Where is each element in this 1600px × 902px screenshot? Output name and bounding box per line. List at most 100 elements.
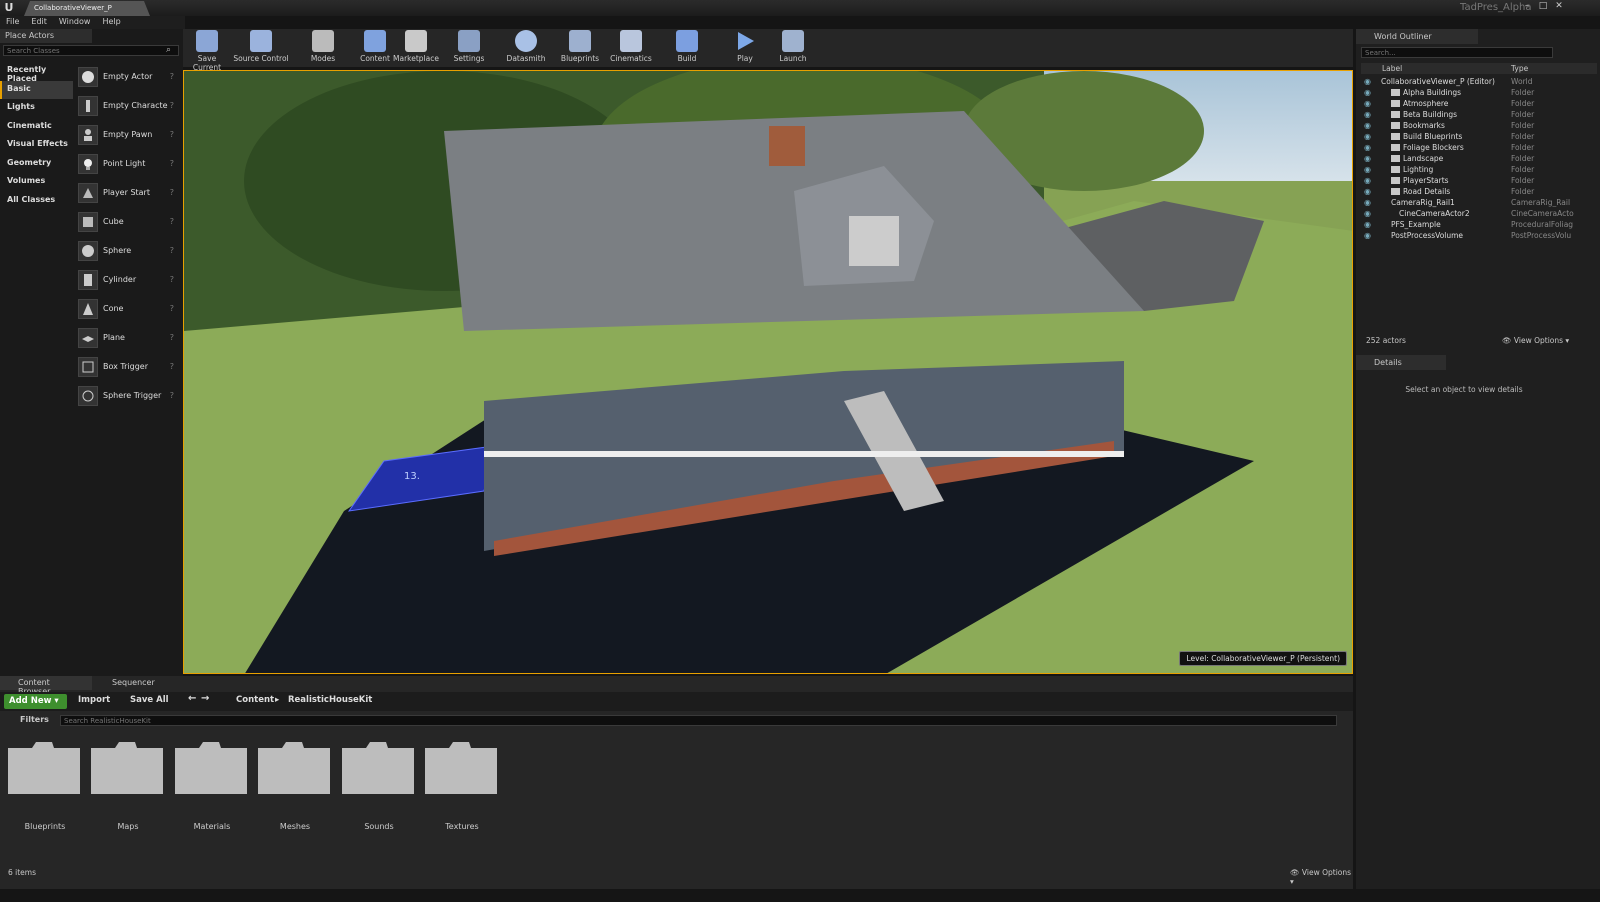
save-current-button[interactable]: Save Current — [183, 30, 231, 72]
details-tab[interactable]: Details — [1356, 355, 1446, 370]
folder-textures[interactable]: Textures — [425, 742, 499, 832]
visibility-icon[interactable]: ◉ — [1364, 154, 1371, 163]
visibility-icon[interactable]: ◉ — [1364, 77, 1371, 86]
help-icon[interactable]: ? — [170, 130, 174, 139]
visibility-icon[interactable]: ◉ — [1364, 220, 1371, 229]
visibility-icon[interactable]: ◉ — [1364, 121, 1371, 130]
actor-cube[interactable]: Cube? — [75, 207, 180, 236]
modes-button[interactable]: Modes — [303, 30, 343, 66]
outliner-search-input[interactable] — [1361, 47, 1553, 58]
folder-maps[interactable]: Maps — [91, 742, 165, 832]
content-browser-tab[interactable]: Content Browser — [0, 676, 92, 696]
back-arrow-icon[interactable]: ← — [188, 693, 196, 704]
help-icon[interactable]: ? — [170, 246, 174, 255]
visibility-icon[interactable]: ◉ — [1364, 99, 1371, 108]
outliner-row[interactable]: ◉ Bookmarks Folder — [1361, 121, 1597, 132]
actor-cylinder[interactable]: Cylinder? — [75, 265, 180, 294]
outliner-row[interactable]: ◉ Foliage Blockers Folder — [1361, 143, 1597, 154]
actor-empty-actor[interactable]: Empty Actor? — [75, 62, 180, 91]
close-icon[interactable]: ✕ — [1552, 1, 1566, 13]
folder-sounds[interactable]: Sounds — [342, 742, 416, 832]
outliner-row[interactable]: ◉ PostProcessVolume PostProcessVolu — [1361, 231, 1597, 242]
visibility-icon[interactable]: ◉ — [1364, 209, 1371, 218]
play-button[interactable]: Play — [729, 30, 761, 66]
visibility-icon[interactable]: ◉ — [1364, 132, 1371, 141]
visibility-icon[interactable]: ◉ — [1364, 187, 1371, 196]
visibility-icon[interactable]: ◉ — [1364, 176, 1371, 185]
outliner-row[interactable]: ◉ PlayerStarts Folder — [1361, 176, 1597, 187]
sequencer-tab[interactable]: Sequencer — [94, 676, 173, 690]
maximize-icon[interactable]: □ — [1536, 1, 1550, 13]
help-icon[interactable]: ? — [170, 362, 174, 371]
outliner-row[interactable]: ◉ Atmosphere Folder — [1361, 99, 1597, 110]
menu-help[interactable]: Help — [96, 16, 126, 29]
category-volumes[interactable]: Volumes — [0, 173, 73, 192]
visibility-icon[interactable]: ◉ — [1364, 165, 1371, 174]
outliner-row[interactable]: ◉ CameraRig_Rail1 CameraRig_Rail — [1361, 198, 1597, 209]
launch-button[interactable]: Launch — [777, 30, 809, 66]
help-icon[interactable]: ? — [170, 188, 174, 197]
content-button[interactable]: Content — [355, 30, 395, 66]
category-lights[interactable]: Lights — [0, 99, 73, 118]
asset-search-input[interactable] — [60, 715, 1337, 726]
outliner-row[interactable]: ◉ Beta Buildings Folder — [1361, 110, 1597, 121]
blueprints-button[interactable]: Blueprints — [559, 30, 601, 66]
help-icon[interactable]: ? — [170, 275, 174, 284]
help-icon[interactable]: ? — [170, 72, 174, 81]
folder-materials[interactable]: Materials — [175, 742, 249, 832]
level-viewport[interactable]: 13. Level: CollaborativeViewer_P (Persis… — [183, 70, 1353, 674]
category-all-classes[interactable]: All Classes — [0, 192, 73, 211]
category-geometry[interactable]: Geometry — [0, 155, 73, 174]
visibility-icon[interactable]: ◉ — [1364, 198, 1371, 207]
outliner-row[interactable]: ◉ CineCameraActor2 CineCameraActo — [1361, 209, 1597, 220]
outliner-row[interactable]: ◉ Lighting Folder — [1361, 165, 1597, 176]
outliner-row[interactable]: ◉ Build Blueprints Folder — [1361, 132, 1597, 143]
help-icon[interactable]: ? — [170, 217, 174, 226]
actor-sphere[interactable]: Sphere? — [75, 236, 180, 265]
import-button[interactable]: Import — [78, 695, 110, 705]
actor-empty-character[interactable]: Empty Characte? — [75, 91, 180, 120]
search-icon[interactable]: ⌕ — [166, 45, 171, 55]
forward-arrow-icon[interactable]: → — [201, 693, 209, 704]
menu-window[interactable]: Window — [53, 16, 97, 29]
outliner-row[interactable]: ◉ PFS_Example ProceduralFoliag — [1361, 220, 1597, 231]
level-tab[interactable]: CollaborativeViewer_P — [24, 1, 150, 16]
actor-empty-pawn[interactable]: Empty Pawn? — [75, 120, 180, 149]
folder-blueprints[interactable]: Blueprints — [8, 742, 82, 832]
actor-sphere-trigger[interactable]: Sphere Trigger? — [75, 381, 180, 410]
place-actors-tab[interactable]: Place Actors — [0, 29, 92, 43]
outliner-row[interactable]: ◉ CollaborativeViewer_P (Editor) World — [1361, 77, 1597, 88]
content-view-options-button[interactable]: 👁 View Options ▾ — [1290, 868, 1353, 886]
source-control-button[interactable]: Source Control — [233, 30, 289, 66]
visibility-icon[interactable]: ◉ — [1364, 143, 1371, 152]
actor-point-light[interactable]: Point Light? — [75, 149, 180, 178]
menu-file[interactable]: File — [0, 16, 25, 29]
visibility-icon[interactable]: ◉ — [1364, 231, 1371, 240]
build-button[interactable]: Build — [671, 30, 703, 66]
help-icon[interactable]: ? — [170, 391, 174, 400]
help-icon[interactable]: ? — [170, 333, 174, 342]
outliner-view-options-button[interactable]: 👁 View Options ▾ — [1502, 336, 1569, 345]
marketplace-button[interactable]: Marketplace — [393, 30, 439, 66]
world-outliner-tab[interactable]: World Outliner — [1356, 29, 1478, 44]
cinematics-button[interactable]: Cinematics — [609, 30, 653, 66]
settings-button[interactable]: Settings — [449, 30, 489, 66]
category-visual-effects[interactable]: Visual Effects — [0, 136, 73, 155]
datasmith-button[interactable]: Datasmith — [505, 30, 547, 66]
actor-cone[interactable]: Cone? — [75, 294, 180, 323]
category-basic[interactable]: Basic — [0, 80, 73, 99]
add-new-button[interactable]: Add New ▾ — [4, 694, 67, 709]
help-icon[interactable]: ? — [170, 304, 174, 313]
category-cinematic[interactable]: Cinematic — [0, 118, 73, 137]
filters-button[interactable]: Filters — [20, 715, 49, 724]
help-icon[interactable]: ? — [170, 101, 174, 110]
actor-box-trigger[interactable]: Box Trigger? — [75, 352, 180, 381]
outliner-row[interactable]: ◉ Road Details Folder — [1361, 187, 1597, 198]
minimize-icon[interactable]: – — [1520, 1, 1534, 13]
actor-player-start[interactable]: Player Start? — [75, 178, 180, 207]
breadcrumb-content[interactable]: Content — [236, 695, 274, 705]
outliner-row[interactable]: ◉ Landscape Folder — [1361, 154, 1597, 165]
actor-plane[interactable]: Plane? — [75, 323, 180, 352]
folder-meshes[interactable]: Meshes — [258, 742, 332, 832]
visibility-icon[interactable]: ◉ — [1364, 88, 1371, 97]
